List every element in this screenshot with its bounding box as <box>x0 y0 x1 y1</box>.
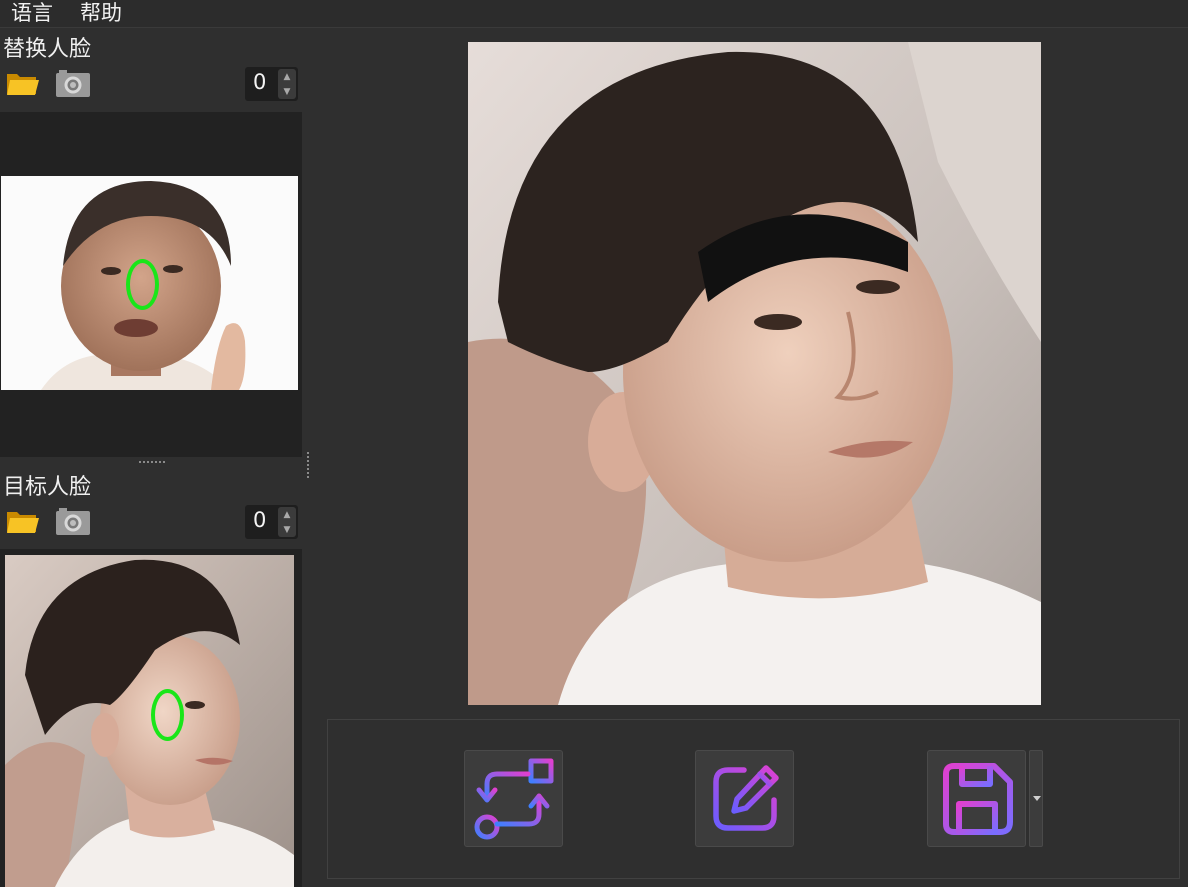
menu-help[interactable]: 帮助 <box>80 0 122 27</box>
result-preview-image <box>468 42 1041 705</box>
swap-icon <box>474 758 553 839</box>
horizontal-splitter-handle[interactable] <box>139 461 165 463</box>
vertical-splitter-handle[interactable] <box>307 452 309 478</box>
spin-up-icon[interactable]: ▲ <box>278 507 296 522</box>
target-face-index-value: 0 <box>253 508 267 532</box>
edit-icon <box>712 764 779 831</box>
save-button[interactable] <box>927 750 1026 847</box>
source-face-marker <box>126 259 159 310</box>
folder-open-icon[interactable] <box>6 70 40 96</box>
target-face-image <box>5 555 294 887</box>
spin-down-icon[interactable]: ▼ <box>278 522 296 537</box>
source-face-title: 替换人脸 <box>3 37 92 62</box>
spin-up-icon[interactable]: ▲ <box>278 69 296 84</box>
target-face-marker <box>151 689 184 741</box>
save-icon <box>942 762 1013 835</box>
source-face-index-value: 0 <box>253 70 267 94</box>
save-options-dropdown[interactable] <box>1029 750 1043 847</box>
target-face-title: 目标人脸 <box>3 475 92 500</box>
spin-down-icon[interactable]: ▼ <box>278 84 296 99</box>
camera-icon[interactable] <box>55 508 91 536</box>
source-face-index-spinbox[interactable]: 0 ▲ ▼ <box>245 67 298 101</box>
edit-button[interactable] <box>695 750 794 847</box>
camera-icon[interactable] <box>55 70 91 98</box>
target-face-index-spinbox[interactable]: 0 ▲ ▼ <box>245 505 298 539</box>
swap-faces-button[interactable] <box>464 750 563 847</box>
menu-language[interactable]: 语言 <box>11 0 53 27</box>
folder-open-icon[interactable] <box>6 508 40 534</box>
menu-bar: 语言 帮助 <box>0 0 1188 28</box>
